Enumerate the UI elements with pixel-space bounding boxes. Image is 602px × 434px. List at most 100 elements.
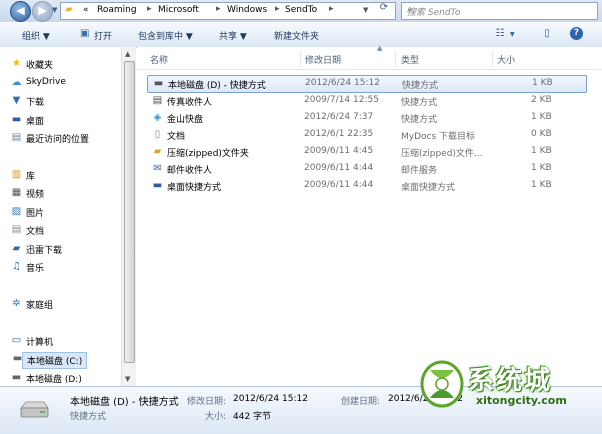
view-dropdown-icon[interactable]: ▼ [510, 31, 515, 38]
address-dropdown-icon[interactable]: ▼ [363, 6, 368, 14]
search-input[interactable]: 搜索 SendTo ⌕ [401, 2, 598, 20]
breadcrumb-separator-icon[interactable]: ▸ [216, 4, 221, 14]
file-size: 2 KB [531, 95, 552, 105]
share-button[interactable]: 共享 ▼ [219, 29, 247, 42]
video-icon: ▦ [11, 187, 22, 198]
nav-desktop[interactable]: ▬ 桌面 [12, 114, 44, 128]
nav-pictures[interactable]: ▨ 图片 [12, 206, 44, 220]
sort-arrow-icon: ▲ [377, 44, 383, 52]
document-icon: ▯ [154, 129, 161, 140]
file-row-drive-d-shortcut[interactable]: ▬ 本地磁盘 (D) - 快捷方式 2012/6/24 15:12 快捷方式 1… [147, 75, 587, 93]
file-row-kuaipan[interactable]: ◈ 金山快盘 2012/6/24 7:37 快捷方式 1 KB [147, 110, 585, 126]
history-dropdown-icon[interactable]: ▼ [52, 6, 57, 14]
breadcrumb-separator-icon[interactable]: ▸ [147, 4, 152, 14]
scroll-down-icon[interactable]: ▼ [125, 375, 130, 383]
nav-drive-d[interactable]: ▬ 本地磁盘 (D:) [12, 372, 82, 386]
nav-music[interactable]: ♫ 音乐 [12, 261, 44, 275]
forward-button[interactable]: ▶ [32, 1, 53, 22]
column-divider[interactable] [395, 51, 396, 67]
music-icon: ♫ [12, 261, 21, 272]
file-size: 1 KB [531, 146, 552, 156]
file-modified: 2009/6/11 4:44 [304, 163, 374, 173]
file-name: 传真收件人 [167, 98, 213, 108]
drive-icon: ▬ [12, 353, 23, 364]
file-row-documents[interactable]: ▯ 文档 2012/6/1 22:35 MyDocs 下载目标 0 KB [147, 127, 585, 143]
view-options-icon[interactable]: ☷ [493, 28, 507, 40]
file-modified: 2009/7/14 12:55 [304, 95, 379, 105]
mail-icon: ✉ [153, 163, 162, 174]
details-modified-label: 修改日期: [187, 397, 227, 407]
column-header-size[interactable]: 大小 [497, 53, 515, 66]
file-modified: 2012/6/24 15:12 [305, 78, 380, 88]
column-header-name[interactable]: 名称 [150, 53, 168, 66]
column-divider[interactable] [492, 51, 493, 67]
organize-button[interactable]: 组织 ▼ [22, 29, 50, 42]
file-row-fax-recipient[interactable]: ▤ 传真收件人 2009/7/14 12:55 快捷方式 2 KB [147, 93, 585, 109]
breadcrumb-windows[interactable]: Windows [227, 5, 267, 15]
help-icon[interactable]: ? [570, 27, 583, 40]
file-type: 快捷方式 [401, 98, 438, 108]
star-icon: ★ [12, 58, 21, 69]
desktop-shortcut-icon: ▬ [152, 180, 163, 191]
computer-icon: ▭ [11, 335, 22, 346]
file-type: 桌面快捷方式 [401, 183, 456, 193]
file-row-desktop-shortcut[interactable]: ▬ 桌面快捷方式 2009/6/11 4:44 桌面快捷方式 1 KB [147, 178, 585, 194]
open-button[interactable]: 打开 [94, 29, 112, 42]
scrollbar-thumb[interactable] [124, 61, 135, 363]
nav-xunlei-downloads[interactable]: ▰ 迅雷下载 [13, 243, 62, 257]
file-modified: 2009/6/11 4:44 [304, 180, 374, 190]
file-name: 桌面快捷方式 [167, 183, 222, 193]
breadcrumb-roaming[interactable]: Roaming [97, 5, 137, 15]
include-in-library-button[interactable]: 包含到库中 ▼ [138, 29, 193, 42]
breadcrumb-microsoft[interactable]: Microsoft [158, 5, 199, 15]
preview-pane-icon[interactable]: ▯ [540, 28, 554, 40]
details-size-label: 大小: [205, 412, 227, 422]
nav-videos[interactable]: ▦ 视频 [12, 187, 44, 201]
file-name: 文档 [167, 132, 186, 142]
shortcut-drive-icon: ▬ [153, 78, 164, 89]
scroll-up-icon[interactable]: ▲ [125, 50, 130, 58]
details-type: 快捷方式 [70, 412, 107, 422]
nav-computer[interactable]: ▭ 计算机 [12, 335, 53, 349]
nav-documents[interactable]: ▤ 文档 [12, 224, 44, 238]
refresh-icon[interactable]: ⟳ [376, 2, 392, 16]
search-icon[interactable]: ⌕ [407, 4, 593, 15]
nav-skydrive[interactable]: ☁ SkyDrive [12, 77, 66, 91]
fax-icon: ▤ [152, 95, 163, 106]
nav-homegroup[interactable]: ✲ 家庭组 [12, 298, 53, 312]
nav-libraries[interactable]: ▥ 库 [12, 169, 35, 183]
navigation-pane: ★ 收藏夹 ☁ SkyDrive ▼ 下载 ▬ 桌面 ▤ 最近访问的位置 ▥ 库 ▦ 视频 ▨… [0, 47, 121, 386]
file-name: 压缩(zipped)文件夹 [167, 149, 249, 159]
library-icon: ▥ [11, 169, 22, 180]
file-type: 快捷方式 [402, 81, 439, 91]
header-divider [137, 69, 602, 70]
breadcrumb-separator-icon[interactable]: ▸ [329, 4, 334, 14]
recent-places-icon: ▤ [11, 132, 22, 143]
column-header-modified[interactable]: 修改日期 [305, 53, 341, 66]
breadcrumb-separator-icon[interactable]: ▸ [275, 4, 280, 14]
navigation-scrollbar[interactable]: ▲ ▼ [121, 47, 136, 386]
nav-recent-places[interactable]: ▤ 最近访问的位置 [12, 132, 89, 146]
new-folder-button[interactable]: 新建文件夹 [274, 29, 319, 42]
nav-drive-c[interactable]: ▬ 本地磁盘 (C:) [13, 352, 88, 369]
drive-icon: ▬ [11, 372, 22, 383]
homegroup-icon: ✲ [12, 298, 21, 309]
file-modified: 2012/6/1 22:35 [304, 129, 374, 139]
back-button[interactable]: ◀ [10, 1, 31, 22]
cloud-icon: ☁ [11, 77, 22, 88]
address-bar: ◀ ▶ ▼ ▰ « Roaming ▸ Microsoft ▸ Windows … [0, 0, 602, 22]
file-list-pane: 名称 ▲ 修改日期 类型 大小 ▬ 本地磁盘 (D) - 快捷方式 2012/6… [137, 44, 602, 386]
address-input[interactable]: ▰ « Roaming ▸ Microsoft ▸ Windows ▸ Send… [60, 2, 396, 20]
breadcrumb-sendto[interactable]: SendTo [285, 5, 317, 15]
nav-favorites[interactable]: ★ 收藏夹 [12, 58, 53, 72]
file-modified: 2009/6/11 4:45 [304, 146, 374, 156]
file-size: 1 KB [531, 112, 552, 122]
file-row-mail-recipient[interactable]: ✉ 邮件收件人 2009/6/11 4:44 邮件服务 1 KB [147, 161, 585, 177]
file-row-zip-folder[interactable]: ▰ 压缩(zipped)文件夹 2009/6/11 4:45 压缩(zipped… [147, 144, 585, 160]
document-icon: ▤ [11, 224, 22, 235]
column-header-type[interactable]: 类型 [401, 53, 419, 66]
column-divider[interactable] [300, 51, 301, 67]
nav-downloads[interactable]: ▼ 下载 [13, 95, 44, 109]
breadcrumb-overflow[interactable]: « [83, 5, 89, 15]
watermark-brand: 系统城 [468, 366, 553, 396]
